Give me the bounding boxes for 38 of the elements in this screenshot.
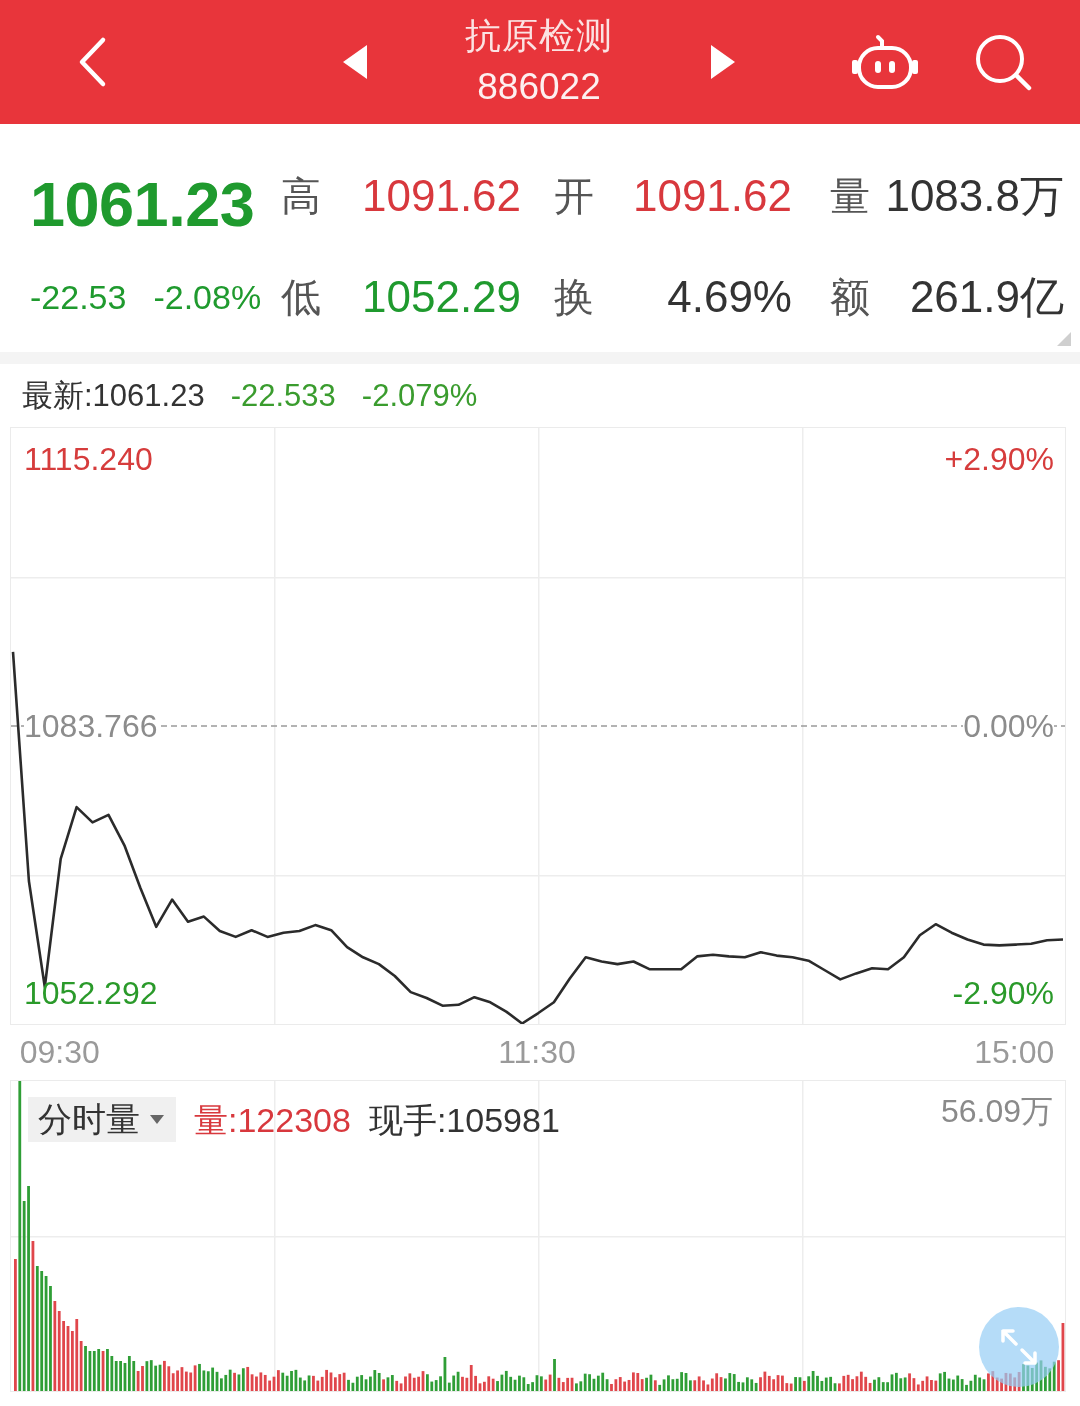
field-label: 开	[554, 173, 595, 220]
field-label: 低	[281, 274, 322, 321]
sector-name: 抗原检测	[465, 14, 613, 58]
field-label: 额	[829, 274, 870, 321]
last-price: 1061.23	[30, 168, 255, 241]
field-label: 换	[554, 274, 595, 321]
expand-icon	[999, 1327, 1039, 1367]
volume-type-dropdown[interactable]: 分时量	[28, 1097, 176, 1142]
field-value: 261.9亿	[908, 271, 1064, 323]
field-value: 1052.29	[362, 271, 523, 323]
left-triangle-icon[interactable]	[343, 45, 367, 79]
percent-axis-label: -2.90%	[952, 974, 1054, 1013]
max-volume-label: 56.09万	[940, 1092, 1053, 1131]
price-axis-label: 1115.240	[24, 440, 153, 479]
field-label: 量	[829, 173, 870, 220]
right-triangle-icon[interactable]	[711, 45, 735, 79]
current-hand-reading: 现手:105981	[368, 1099, 560, 1141]
percent-change: -2.08%	[153, 277, 262, 318]
time-axis-label: 15:00	[974, 1033, 1055, 1072]
field-value: 1091.62	[631, 170, 792, 222]
latest-price-label: 最新:1061.23	[22, 376, 205, 415]
field-label: 高	[281, 173, 322, 220]
change-label: -22.533	[230, 377, 336, 414]
price-change: -22.53	[30, 277, 127, 318]
search-icon[interactable]	[974, 33, 1032, 91]
field-value: 1091.62	[362, 170, 523, 222]
corner-triangle-icon	[1057, 332, 1071, 346]
field-value: 4.69%	[666, 271, 792, 323]
caret-icon	[150, 1115, 164, 1124]
time-axis-label: 09:30	[19, 1033, 100, 1072]
volume-reading: 量:122308	[194, 1099, 351, 1141]
sector-code: 886022	[477, 65, 601, 109]
time-axis-label: 11:30	[498, 1033, 576, 1072]
change-label: -2.079%	[361, 377, 478, 414]
percent-axis-label: +2.90%	[944, 440, 1054, 479]
price-axis-label: 1052.292	[24, 974, 158, 1013]
robot-icon[interactable]	[852, 33, 918, 91]
field-value: 1083.8万	[884, 170, 1064, 222]
